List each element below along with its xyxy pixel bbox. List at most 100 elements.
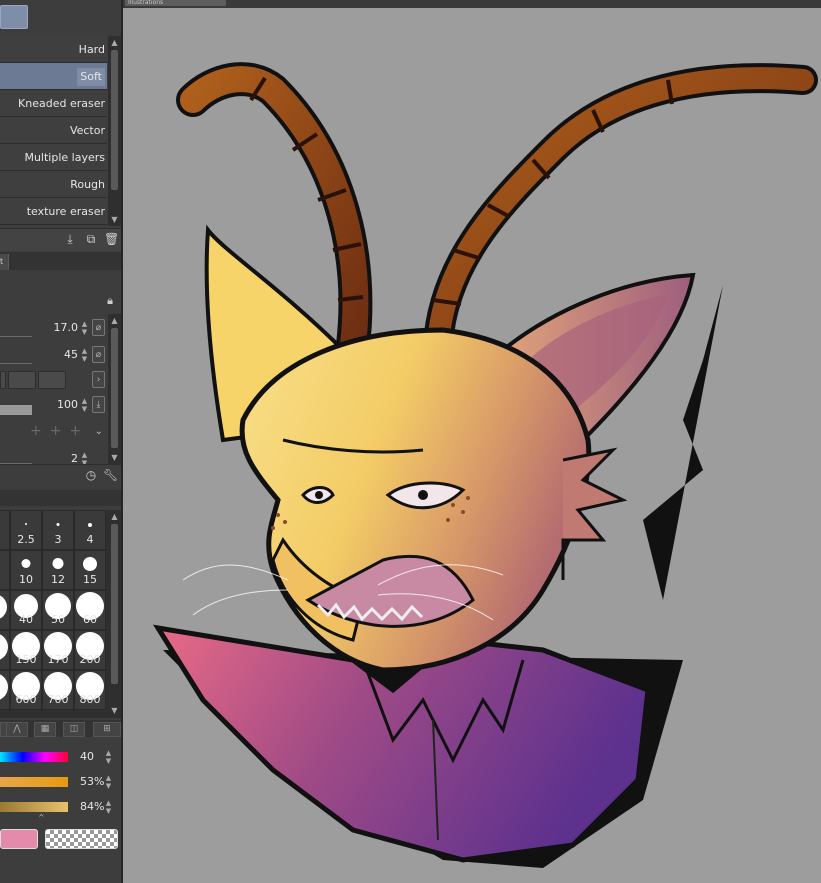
subtool-hard[interactable]: Hard [0, 36, 107, 63]
subtool-scrollbar[interactable]: ▲ ▼ [108, 36, 121, 226]
brush-size-cell[interactable] [0, 590, 10, 630]
brush-grid-scrollbar[interactable]: ▲ ▼ [108, 510, 121, 718]
hue-value[interactable]: 40 [80, 750, 94, 763]
tool-property-tab[interactable]: t [0, 254, 9, 270]
hardness-value[interactable]: 45 [64, 348, 78, 361]
property-scrollbar[interactable]: ▲ ▼ [108, 314, 121, 464]
brush-size-cell[interactable] [0, 630, 10, 670]
brush-size-cell[interactable]: 600 [10, 670, 42, 710]
brush-size-cell[interactable] [0, 550, 10, 590]
brush-size-cell[interactable]: 170 [42, 630, 74, 670]
subtool-kneaded-eraser[interactable]: Kneaded eraser [0, 90, 107, 117]
brush-size-cell[interactable]: 2.5 [10, 510, 42, 550]
scroll-thumb[interactable] [111, 328, 118, 448]
lock-icon[interactable]: 🔒︎ [107, 294, 113, 308]
brush-size-slider[interactable] [0, 336, 32, 337]
left-panel: Hard Soft Kneaded eraser Vector Multiple… [0, 0, 121, 883]
subtool-label: Multiple layers [24, 151, 105, 164]
opacity-value[interactable]: 100 [57, 398, 78, 411]
brush-size-label: 15 [83, 573, 97, 586]
expand-chevron-icon[interactable]: › [92, 371, 105, 388]
opacity-spinner-icon[interactable]: ▲ ▼ [80, 397, 89, 413]
tip-shape-row[interactable]: › [0, 368, 108, 393]
subtool-texture-eraser[interactable]: texture eraser [0, 198, 107, 225]
brush-size-cell[interactable]: 40 [10, 590, 42, 630]
brightness-row[interactable]: ^ 84% ▲ ▼ [0, 795, 121, 822]
subtool-label: Vector [69, 124, 105, 137]
brush-size-cell[interactable]: 50 [42, 590, 74, 630]
trash-icon[interactable]: 🗑 [104, 232, 119, 246]
subtool-multiple-layers[interactable]: Multiple layers [0, 144, 107, 171]
tip-option[interactable] [38, 371, 66, 389]
brush-size-spinner-icon[interactable]: ▲ ▼ [80, 320, 89, 336]
wrench-icon[interactable]: 🔧︎ [103, 468, 118, 482]
tool-button[interactable] [0, 5, 28, 29]
brush-size-cell[interactable]: 60 [74, 590, 106, 630]
brush-size-cell[interactable]: 150 [10, 630, 42, 670]
brush-size-label: 3 [54, 533, 62, 546]
scroll-up-icon[interactable]: ▲ [110, 512, 119, 521]
opacity-row[interactable]: 100 ▲ ▼ ⤓ [0, 393, 108, 418]
saturation-slider[interactable] [0, 777, 68, 787]
scroll-up-icon[interactable]: ▲ [110, 316, 119, 325]
brush-size-cell[interactable]: 15 [74, 550, 106, 590]
intermediate-color-tab[interactable]: ◫ [63, 722, 85, 737]
brightness-slider[interactable] [0, 802, 68, 812]
brush-dot [0, 633, 8, 661]
color-panel-tabbar: ◔ ⋀ ▦ ◫ ⊞ [0, 720, 121, 737]
color-set-tab[interactable]: ▦ [34, 722, 56, 737]
saturation-spinner-icon[interactable]: ▲ ▼ [104, 774, 113, 790]
pressure-icon[interactable]: ⌀ [92, 319, 105, 336]
subtool-soft[interactable]: Soft [0, 63, 107, 90]
brush-size-cell[interactable] [0, 510, 10, 550]
scroll-thumb[interactable] [111, 524, 118, 684]
download-icon[interactable]: ⤓ [92, 396, 105, 413]
transparent-color-swatch[interactable] [45, 829, 118, 849]
scroll-up-icon[interactable]: ▲ [110, 38, 119, 47]
brightness-spinner-icon[interactable]: ▲ ▼ [104, 799, 113, 815]
brush-size-value[interactable]: 17.0 [54, 321, 79, 334]
canvas-area[interactable]: Illustrations [121, 0, 821, 883]
main-color-swatch[interactable] [0, 829, 38, 849]
duplicate-icon[interactable]: ⧉ [84, 232, 98, 246]
hardness-slider[interactable] [0, 363, 32, 364]
brush-size-cell[interactable]: 10 [10, 550, 42, 590]
brush-size-label: 700 [47, 693, 69, 706]
hardness-row[interactable]: 45 ▲ ▼ ⌀ [0, 343, 108, 368]
brush-size-row[interactable]: 17.0 ▲ ▼ ⌀ [0, 316, 108, 341]
scroll-down-icon[interactable]: ▼ [110, 706, 119, 715]
color-slider-tab[interactable]: ⋀ [6, 722, 28, 737]
saturation-row[interactable]: 53% ▲ ▼ [0, 770, 121, 794]
brush-size-cell[interactable]: 800 [74, 670, 106, 710]
brush-size-cell[interactable]: 200 [74, 630, 106, 670]
scroll-thumb[interactable] [111, 50, 118, 190]
import-icon[interactable]: ⤓ [63, 232, 77, 246]
timer-icon[interactable]: ◷ [84, 468, 98, 482]
add-settings-row[interactable]: +++ ⌄ [0, 420, 108, 445]
brush-size-label: 170 [47, 653, 69, 666]
scroll-down-icon[interactable]: ▼ [110, 453, 119, 462]
hue-spinner-icon[interactable]: ▲ ▼ [104, 749, 113, 765]
tip-option[interactable] [0, 371, 6, 389]
pressure-icon[interactable]: ⌀ [92, 346, 105, 363]
approximate-color-tab[interactable]: ⊞ [93, 722, 121, 737]
saturation-value[interactable]: 53% [80, 775, 104, 788]
chevron-down-icon[interactable]: ⌄ [95, 426, 103, 437]
brush-size-cell[interactable]: 12 [42, 550, 74, 590]
scroll-down-icon[interactable]: ▼ [110, 215, 119, 224]
hue-slider[interactable] [0, 752, 68, 762]
hue-row[interactable]: 40 ▲ ▼ [0, 745, 121, 769]
tip-option[interactable] [8, 371, 36, 389]
subtool-vector[interactable]: Vector [0, 117, 107, 144]
brush-size-cell[interactable]: 3 [42, 510, 74, 550]
subtool-rough[interactable]: Rough [0, 171, 107, 198]
brush-dot [88, 523, 92, 527]
opacity-slider[interactable] [0, 405, 32, 415]
brush-size-cell[interactable]: 700 [42, 670, 74, 710]
brush-size-cell[interactable] [0, 670, 10, 710]
hardness-spinner-icon[interactable]: ▲ ▼ [80, 347, 89, 363]
brightness-value[interactable]: 84% [80, 800, 104, 813]
brush-dot [25, 523, 27, 525]
brush-size-cell[interactable]: 4 [74, 510, 106, 550]
panel-top-strip [0, 0, 121, 32]
